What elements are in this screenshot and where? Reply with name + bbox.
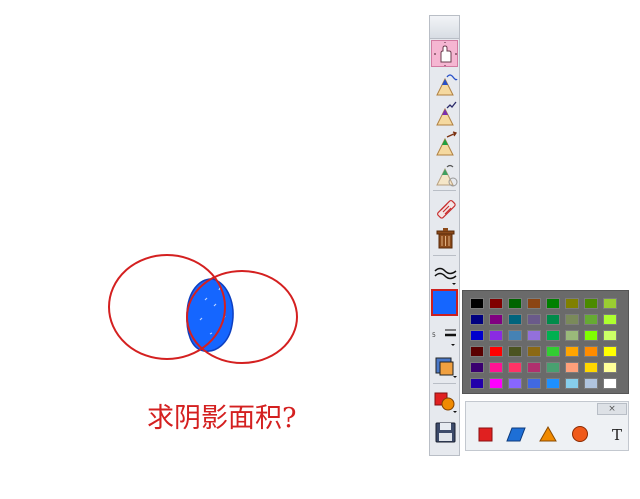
color-palette [462, 290, 629, 394]
pen-icon [436, 101, 457, 126]
toolbar-divider [433, 383, 456, 384]
shape-tool[interactable] [431, 387, 458, 414]
palette-swatch[interactable] [527, 378, 541, 389]
palette-swatch[interactable] [527, 346, 541, 357]
pen-tool-gray[interactable] [431, 160, 458, 187]
toolbar-grip[interactable] [430, 16, 459, 39]
palette-swatch[interactable] [546, 362, 560, 373]
palette-swatch[interactable] [565, 378, 579, 389]
palette-swatch[interactable] [565, 330, 579, 341]
palette-swatch[interactable] [584, 298, 598, 309]
triangle-shape-button[interactable] [535, 421, 561, 447]
drawing-toolbar: 5 [429, 15, 460, 456]
toolbar-divider [433, 255, 456, 256]
line-width-icon [445, 329, 456, 346]
text-tool-button[interactable]: T [607, 424, 627, 446]
palette-swatch[interactable] [584, 330, 598, 341]
palette-swatch[interactable] [527, 314, 541, 325]
palette-swatch[interactable] [603, 330, 617, 341]
pen-icon [436, 74, 458, 96]
line-width-label: 5 [432, 332, 436, 339]
circle-icon [572, 426, 588, 442]
hand-move-icon [434, 42, 457, 66]
palette-swatch[interactable] [508, 362, 522, 373]
palette-swatch[interactable] [546, 298, 560, 309]
save-icon [435, 422, 456, 443]
palette-swatch[interactable] [603, 314, 617, 325]
palette-swatch[interactable] [470, 314, 484, 325]
toolbar-divider [433, 190, 456, 191]
current-color-button[interactable] [431, 289, 458, 316]
palette-swatch[interactable] [489, 314, 503, 325]
wave-line-icon [434, 267, 457, 285]
palette-swatch[interactable] [508, 378, 522, 389]
palette-swatch[interactable] [546, 330, 560, 341]
palette-swatch[interactable] [508, 298, 522, 309]
palette-swatch[interactable] [527, 298, 541, 309]
palette-swatch[interactable] [584, 314, 598, 325]
palette-swatch[interactable] [584, 362, 598, 373]
eraser-icon [437, 200, 456, 219]
palette-swatch[interactable] [603, 362, 617, 373]
palette-swatch[interactable] [565, 346, 579, 357]
palette-swatch[interactable] [603, 298, 617, 309]
palette-swatch[interactable] [546, 378, 560, 389]
pen-icon [436, 131, 458, 156]
palette-swatch[interactable] [489, 346, 503, 357]
palette-swatch[interactable] [584, 378, 598, 389]
fill-color-tool[interactable] [431, 352, 458, 379]
palette-swatch[interactable] [546, 314, 560, 325]
rectangle-icon [478, 427, 493, 442]
pen-icon [436, 164, 458, 187]
palette-swatch[interactable] [470, 362, 484, 373]
palette-swatch[interactable] [584, 346, 598, 357]
palette-swatch[interactable] [565, 314, 579, 325]
palette-swatch[interactable] [527, 330, 541, 341]
palette-swatch[interactable] [489, 378, 503, 389]
palette-swatch[interactable] [508, 330, 522, 341]
eraser-tool[interactable] [431, 194, 458, 221]
fill-color-icon [435, 357, 457, 378]
circle-shape-button[interactable] [567, 421, 593, 447]
save-tool[interactable] [431, 418, 458, 445]
palette-swatch[interactable] [470, 298, 484, 309]
delete-tool[interactable] [431, 224, 458, 251]
trash-icon [436, 228, 455, 249]
palette-swatch[interactable] [470, 346, 484, 357]
palette-swatch[interactable] [470, 378, 484, 389]
palette-swatch[interactable] [489, 362, 503, 373]
palette-swatch[interactable] [565, 298, 579, 309]
rectangle-shape-button[interactable] [473, 421, 499, 447]
shape-panel: × T [465, 401, 629, 451]
parallelogram-shape-button[interactable] [503, 421, 529, 447]
palette-swatch[interactable] [546, 346, 560, 357]
shape-panel-close-button[interactable]: × [597, 403, 627, 415]
shapes-icon [434, 392, 457, 413]
pen-tool-purple[interactable] [431, 100, 458, 127]
pen-tool-green[interactable] [431, 130, 458, 157]
palette-swatch[interactable] [508, 314, 522, 325]
parallelogram-icon [506, 427, 526, 442]
palette-swatch[interactable] [603, 346, 617, 357]
palette-swatch[interactable] [527, 362, 541, 373]
palette-swatch[interactable] [470, 330, 484, 341]
move-hand-tool[interactable] [431, 40, 458, 67]
palette-swatch[interactable] [489, 330, 503, 341]
pen-tool-blue[interactable] [431, 70, 458, 97]
palette-swatch[interactable] [565, 362, 579, 373]
triangle-icon [539, 425, 557, 442]
palette-swatch[interactable] [508, 346, 522, 357]
line-style-tool[interactable] [431, 259, 458, 286]
palette-swatch[interactable] [603, 378, 617, 389]
palette-swatch[interactable] [489, 298, 503, 309]
question-text: 求阴影面积? [147, 403, 297, 434]
